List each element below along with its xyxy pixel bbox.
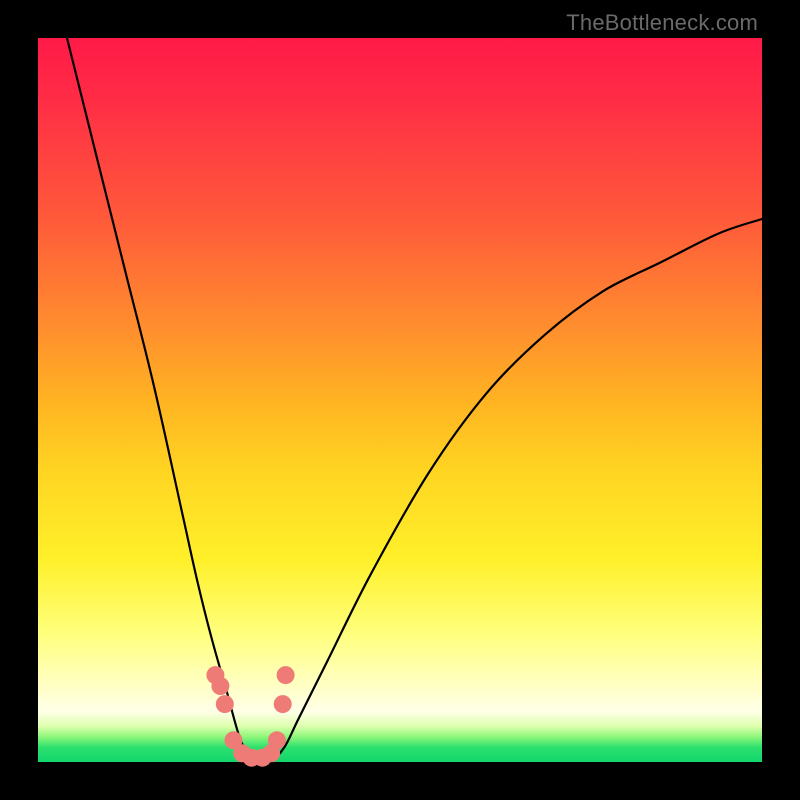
bottleneck-curve xyxy=(67,38,762,764)
chart-svg xyxy=(38,38,762,762)
watermark-text: TheBottleneck.com xyxy=(566,10,758,36)
trough-marker xyxy=(211,677,229,695)
chart-frame: TheBottleneck.com xyxy=(0,0,800,800)
trough-marker xyxy=(268,731,286,749)
trough-marker xyxy=(216,695,234,713)
trough-marker xyxy=(277,666,295,684)
trough-marker xyxy=(274,695,292,713)
